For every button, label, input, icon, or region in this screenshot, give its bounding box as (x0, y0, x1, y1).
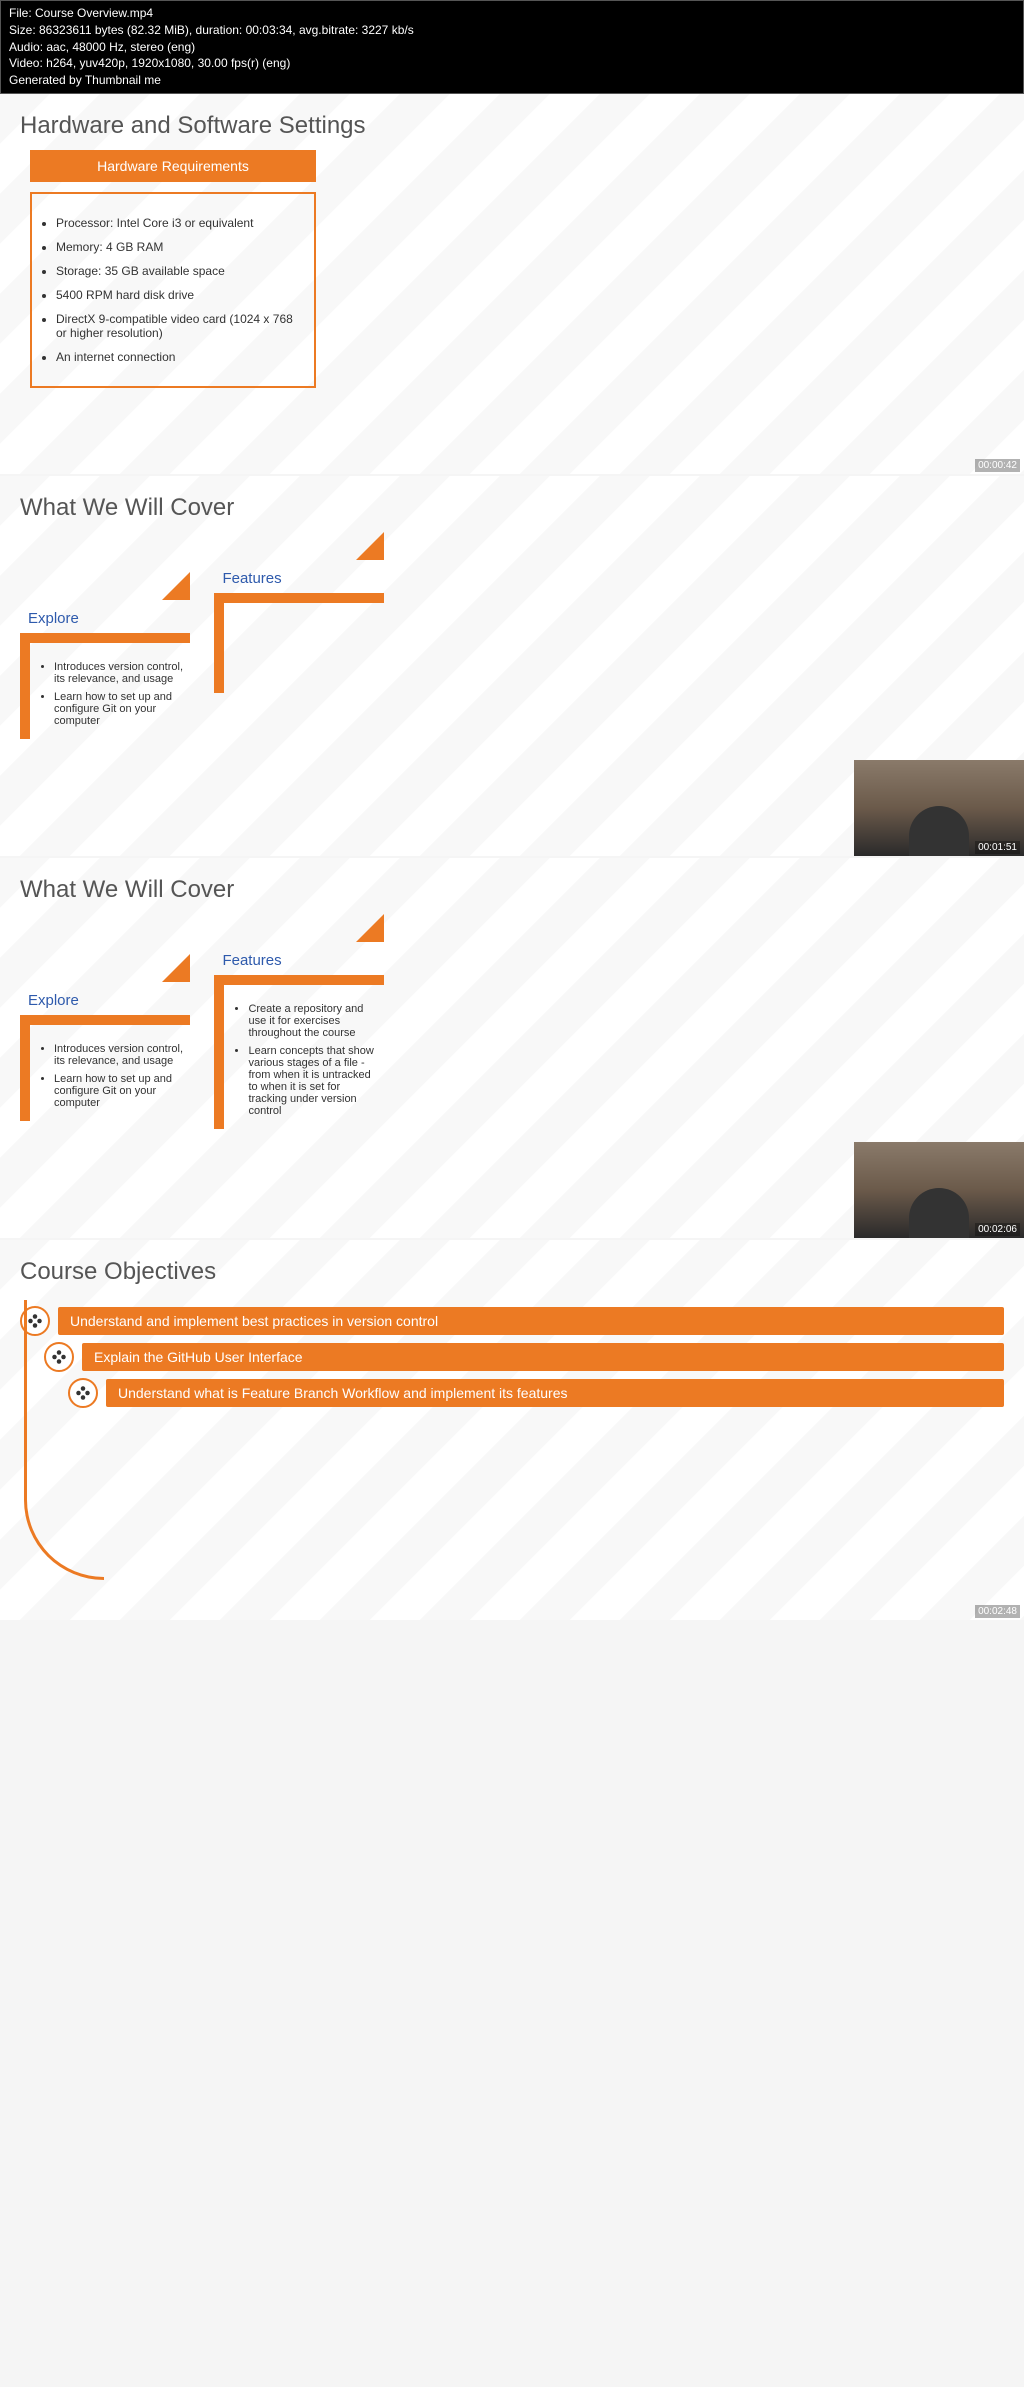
objective-row: Explain the GitHub User Interface (44, 1342, 1004, 1372)
column-header: Features (214, 564, 384, 593)
slide-cover-2: What We Will Cover Explore Introduces ve… (0, 858, 1024, 1238)
explore-column: Explore Introduces version control, its … (20, 954, 190, 1121)
requirements-list: Processor: Intel Core i3 or equivalent M… (30, 192, 316, 388)
file-metadata: File: Course Overview.mp4 Size: 86323611… (0, 0, 1024, 94)
slide-title: Hardware and Software Settings (0, 94, 1024, 150)
slide-title: What We Will Cover (0, 858, 1024, 914)
column-header: Explore (20, 986, 190, 1015)
corner-decoration-icon (162, 954, 190, 982)
corner-decoration-icon (356, 914, 384, 942)
requirement-item: DirectX 9-compatible video card (1024 x … (56, 312, 300, 340)
column-header: Features (214, 946, 384, 975)
list-item: Create a repository and use it for exerc… (248, 1003, 378, 1039)
objective-text: Understand and implement best practices … (58, 1307, 1004, 1335)
list-item: Learn concepts that show various stages … (248, 1045, 378, 1117)
curve-decoration (24, 1300, 104, 1580)
list-item: Introduces version control, its relevanc… (54, 1043, 184, 1067)
timestamp: 00:00:42 (975, 459, 1020, 472)
file-line: File: Course Overview.mp4 (9, 5, 1015, 22)
objective-row: Understand and implement best practices … (20, 1306, 1004, 1336)
list-item: Learn how to set up and configure Git on… (54, 691, 184, 727)
slide-hardware-settings: Hardware and Software Settings Hardware … (0, 94, 1024, 474)
video-line: Video: h264, yuv420p, 1920x1080, 30.00 f… (9, 55, 1015, 72)
features-list: Create a repository and use it for exerc… (234, 995, 378, 1117)
objective-text: Understand what is Feature Branch Workfl… (106, 1379, 1004, 1407)
features-column: Features (214, 532, 384, 693)
explore-list: Introduces version control, its relevanc… (40, 1035, 184, 1109)
generated-line: Generated by Thumbnail me (9, 72, 1015, 89)
timestamp: 00:02:06 (975, 1223, 1020, 1236)
box-header: Hardware Requirements (30, 150, 316, 182)
timestamp: 00:01:51 (975, 841, 1020, 854)
requirement-item: Storage: 35 GB available space (56, 264, 300, 278)
corner-decoration-icon (162, 572, 190, 600)
features-column: Features Create a repository and use it … (214, 914, 384, 1129)
slide-title: What We Will Cover (0, 476, 1024, 532)
requirement-item: An internet connection (56, 350, 300, 364)
size-line: Size: 86323611 bytes (82.32 MiB), durati… (9, 22, 1015, 39)
slide-objectives: Course Objectives Understand and impleme… (0, 1240, 1024, 1620)
list-item: Introduces version control, its relevanc… (54, 661, 184, 685)
requirement-item: Processor: Intel Core i3 or equivalent (56, 216, 300, 230)
slide-title: Course Objectives (0, 1240, 1024, 1296)
objective-text: Explain the GitHub User Interface (82, 1343, 1004, 1371)
list-item: Learn how to set up and configure Git on… (54, 1073, 184, 1109)
requirement-item: Memory: 4 GB RAM (56, 240, 300, 254)
slide-cover-1: What We Will Cover Explore Introduces ve… (0, 476, 1024, 856)
objective-row: Understand what is Feature Branch Workfl… (68, 1378, 1004, 1408)
requirement-item: 5400 RPM hard disk drive (56, 288, 300, 302)
corner-decoration-icon (356, 532, 384, 560)
explore-list: Introduces version control, its relevanc… (40, 653, 184, 727)
explore-column: Explore Introduces version control, its … (20, 572, 190, 739)
column-header: Explore (20, 604, 190, 633)
timestamp: 00:02:48 (975, 1605, 1020, 1618)
hardware-requirements-box: Hardware Requirements Processor: Intel C… (30, 150, 316, 388)
audio-line: Audio: aac, 48000 Hz, stereo (eng) (9, 39, 1015, 56)
